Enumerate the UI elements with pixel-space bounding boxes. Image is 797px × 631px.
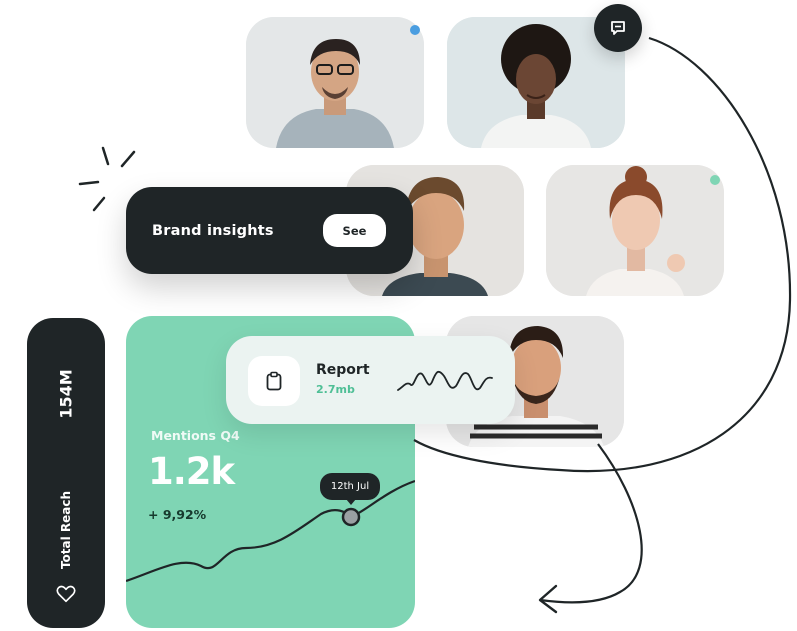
total-reach-label: Total Reach <box>59 490 73 570</box>
profile-card-1[interactable] <box>246 17 424 148</box>
avatar <box>546 165 724 296</box>
arrow-head-icon <box>538 584 558 614</box>
curved-arrow-small <box>539 443 643 604</box>
report-size: 2.7mb <box>316 383 355 396</box>
date-tooltip: 12th Jul <box>320 473 380 505</box>
clipboard-icon <box>266 371 282 391</box>
report-title: Report <box>316 362 370 378</box>
brand-insights-title: Brand insights <box>152 223 274 239</box>
report-card[interactable]: Report 2.7mb <box>226 336 515 424</box>
chat-button[interactable] <box>594 4 642 52</box>
see-button[interactable]: See <box>323 214 386 247</box>
avatar <box>246 17 424 148</box>
total-reach-value: 154M <box>56 369 76 419</box>
brand-insights-card: Brand insights See <box>126 187 413 274</box>
profile-card-4[interactable] <box>546 165 724 296</box>
heart-icon[interactable] <box>55 583 77 605</box>
chat-bubble-icon <box>611 21 625 35</box>
report-waveform <box>397 370 493 391</box>
sparkle-lines <box>78 146 136 212</box>
trend-point-marker[interactable] <box>341 507 361 527</box>
status-dot-online <box>410 25 420 35</box>
status-dot-online <box>710 175 720 185</box>
report-icon-button[interactable] <box>248 356 300 406</box>
total-reach-card: 154M Total Reach <box>27 318 105 628</box>
